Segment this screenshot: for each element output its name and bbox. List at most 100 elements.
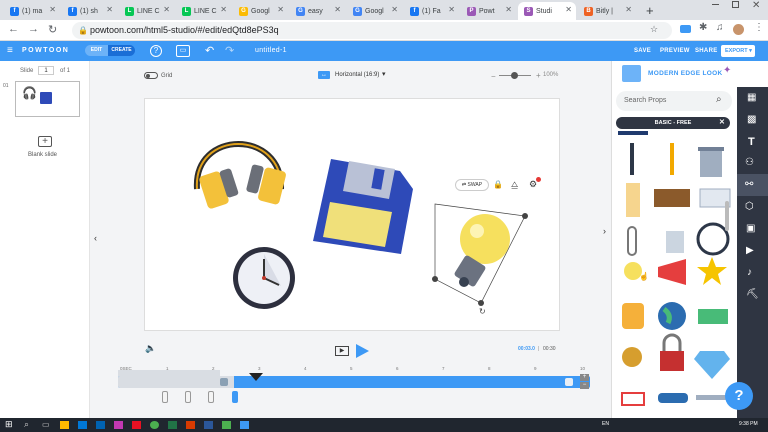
flip-icon[interactable]: ⧋ — [511, 180, 518, 190]
slide-number-input[interactable]: 1 — [38, 66, 54, 75]
zoom-out-icon[interactable]: − — [491, 72, 496, 81]
play-button[interactable] — [354, 343, 370, 359]
collapse-left-icon[interactable]: ‹ — [94, 233, 97, 243]
volume-icon[interactable]: 🔈 — [145, 343, 156, 354]
tab-close-icon[interactable]: ✕ — [565, 5, 572, 14]
prop-globe[interactable] — [658, 302, 686, 330]
slides-view-icon[interactable]: ▭ — [176, 45, 190, 57]
props-scrollbar[interactable] — [725, 201, 729, 231]
app-icon[interactable] — [240, 421, 249, 429]
browser-tab[interactable]: f (1) ma ✕ — [4, 2, 60, 20]
tab-close-icon[interactable]: ✕ — [49, 5, 56, 14]
export-button[interactable]: EXPORT ▾ — [721, 45, 755, 57]
backgrounds-icon[interactable]: ▦ — [747, 92, 756, 103]
layer-headphones-marker[interactable] — [185, 391, 191, 403]
chrome-menu-icon[interactable]: ⋮ — [754, 22, 764, 33]
browser-tab[interactable]: L LINE C ✕ — [119, 2, 174, 20]
prop-paperclip[interactable] — [627, 226, 637, 256]
close-window-icon[interactable]: ✕ — [752, 0, 760, 11]
zoom-in-icon[interactable]: + — [536, 71, 541, 80]
file-explorer-icon[interactable] — [60, 421, 69, 429]
browser-tab[interactable]: L LINE C ✕ — [176, 2, 231, 20]
zoom-extension-icon[interactable] — [680, 25, 691, 33]
forward-icon[interactable]: → — [28, 23, 39, 35]
prop-star[interactable] — [697, 257, 727, 285]
rotate-handle-icon[interactable]: ↻ — [479, 307, 486, 316]
swap-button[interactable]: ⇄ SWAP — [455, 179, 489, 191]
prop-plane[interactable] — [696, 395, 726, 400]
floppy-disk-prop[interactable] — [313, 159, 413, 254]
prop-money[interactable] — [698, 309, 728, 324]
layer-text-marker[interactable] — [162, 391, 168, 403]
powtoon-logo[interactable]: POWTOON — [22, 41, 69, 61]
tab-close-icon[interactable]: ✕ — [334, 5, 341, 14]
prop-thumbs-up[interactable] — [622, 303, 644, 329]
shapes-icon[interactable]: ⬡ — [745, 201, 754, 212]
tab-close-icon[interactable]: ✕ — [505, 5, 512, 14]
media-icon[interactable]: ♫ — [716, 22, 724, 33]
browser-tab[interactable]: B Bitly | ✕ — [578, 2, 636, 20]
timeline-bar[interactable]: + − — [118, 374, 590, 389]
timeline-expand-icon[interactable]: + — [580, 374, 589, 381]
text-icon[interactable]: T — [748, 136, 755, 148]
help-icon[interactable]: ? — [150, 45, 162, 57]
prop-pencil[interactable] — [670, 143, 674, 175]
playhead-icon[interactable] — [248, 372, 264, 382]
extensions-icon[interactable]: ✱ — [699, 22, 707, 33]
app-icon[interactable] — [114, 421, 123, 429]
url-field[interactable]: 🔒 powtoon.com/html5-studio/#/edit/edQtd8… — [72, 22, 672, 39]
reload-icon[interactable]: ↻ — [48, 23, 57, 36]
blank-slide-button[interactable]: Blank slide — [28, 152, 57, 158]
bookmark-star-icon[interactable]: ☆ — [650, 24, 658, 35]
clear-category-icon[interactable]: ✕ — [719, 117, 725, 129]
app-icon[interactable] — [222, 421, 231, 429]
orientation-dropdown[interactable]: Horizontal (16:9) — [335, 72, 379, 78]
props-search-input[interactable]: Search Props ⌕ — [616, 91, 732, 111]
layer-clock-marker[interactable] — [208, 391, 214, 403]
edit-mode-toggle[interactable]: EDIT — [85, 45, 108, 56]
share-button[interactable]: SHARE — [695, 41, 718, 61]
search-taskbar-icon[interactable]: ⌕ — [24, 419, 29, 430]
app-icon[interactable] — [168, 421, 177, 429]
collapse-right-icon[interactable]: › — [603, 226, 606, 236]
tab-close-icon[interactable]: ✕ — [277, 5, 284, 14]
prop-cart[interactable] — [621, 392, 645, 406]
characters-icon[interactable]: ⚇ — [745, 157, 754, 168]
play-scene-button[interactable]: ▶ — [335, 346, 349, 356]
tab-close-icon[interactable]: ✕ — [391, 5, 398, 14]
resize-handle[interactable] — [478, 300, 484, 306]
tab-close-icon[interactable]: ✕ — [163, 5, 170, 14]
undo-icon[interactable]: ↶ — [205, 41, 215, 61]
browser-tab[interactable]: G Googl ✕ — [233, 2, 288, 20]
slide-canvas[interactable]: ↻ ⇄ SWAP 🔒 ⧋ ⚙ — [144, 98, 560, 331]
save-button[interactable]: SAVE — [634, 41, 651, 61]
app-icon[interactable] — [132, 421, 141, 429]
browser-tab[interactable]: f (1) Fa ✕ — [404, 2, 459, 20]
prop-trash-can[interactable] — [698, 147, 724, 177]
music-icon[interactable]: ♪ — [747, 267, 752, 278]
edge-icon[interactable] — [78, 421, 87, 429]
windows-start-icon[interactable]: ⊞ — [5, 419, 13, 430]
preview-button[interactable]: PREVIEW — [660, 41, 690, 61]
app-icon[interactable] — [204, 421, 213, 429]
back-icon[interactable]: ← — [8, 23, 19, 35]
profile-avatar[interactable] — [733, 24, 744, 35]
hamburger-menu-icon[interactable]: ≡ — [7, 41, 13, 61]
app-icon[interactable] — [186, 421, 195, 429]
prop-calculator[interactable] — [666, 231, 684, 253]
clock-text[interactable]: 9:38 PM — [739, 421, 758, 427]
browser-tab[interactable]: S Studi ✕ — [518, 2, 576, 20]
tab-close-icon[interactable]: ✕ — [220, 5, 227, 14]
language-indicator[interactable]: EN — [602, 421, 609, 427]
timeline-collapse-icon[interactable]: − — [580, 382, 589, 389]
pattern-icon[interactable]: ▩ — [747, 114, 756, 125]
resize-handle[interactable] — [432, 276, 438, 282]
magic-wand-icon[interactable]: ✦ — [723, 65, 731, 76]
browser-tab[interactable]: G Googl ✕ — [347, 2, 402, 20]
task-view-icon[interactable]: ▭ — [42, 420, 50, 429]
enter-handle[interactable] — [220, 378, 228, 386]
document-title[interactable]: untitled-1 — [255, 41, 287, 61]
lock-prop-icon[interactable]: 🔒 — [493, 180, 503, 189]
layer-lightbulb-marker[interactable] — [232, 391, 238, 403]
tab-close-icon[interactable]: ✕ — [106, 5, 113, 14]
